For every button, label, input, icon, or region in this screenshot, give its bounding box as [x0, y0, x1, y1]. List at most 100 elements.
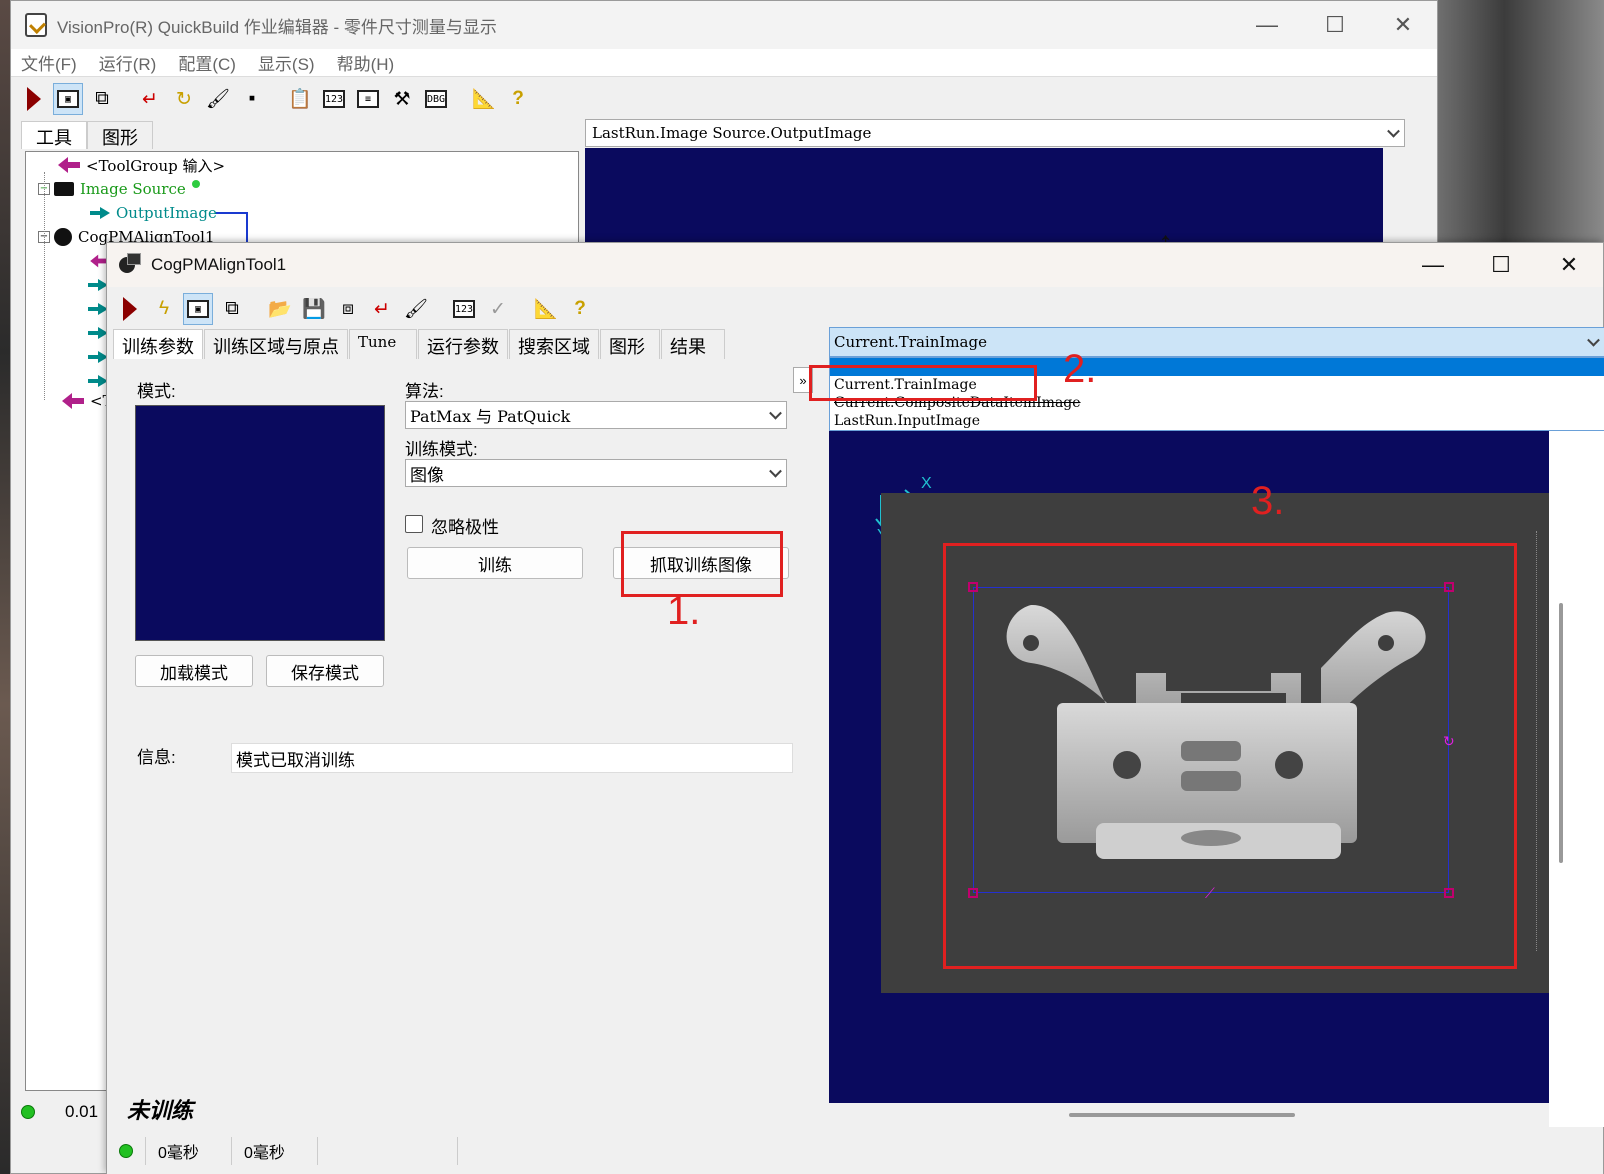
chevron-down-icon: [1587, 333, 1600, 347]
tab-run-params[interactable]: 运行参数: [418, 329, 508, 359]
reset-icon[interactable]: ↵: [367, 293, 397, 325]
info-field: 模式已取消训练: [231, 743, 793, 773]
tree-item-image-source[interactable]: − Image Source: [38, 178, 200, 200]
close-icon[interactable]: ✕: [1369, 1, 1437, 49]
display-ruler: [1536, 531, 1537, 951]
save-pattern-button[interactable]: 保存模式: [266, 655, 384, 687]
tab-tune[interactable]: Tune: [349, 329, 417, 359]
tab-graphics[interactable]: 图形: [600, 329, 660, 359]
lightning-icon[interactable]: ϟ: [149, 293, 179, 325]
status-time-1: 0毫秒: [146, 1137, 232, 1165]
menu-config[interactable]: 配置(C): [178, 50, 236, 75]
tree-guide-line: [44, 172, 45, 400]
main-status-bar: 0.01: [21, 1097, 98, 1127]
annotation-label-1: 1.: [667, 589, 701, 633]
annotation-box-3: [943, 543, 1517, 969]
brush-icon[interactable]: 🖌: [203, 83, 233, 115]
train-button[interactable]: 训练: [407, 547, 583, 579]
status-led-icon: [119, 1144, 133, 1158]
annotation-box-1: [621, 531, 783, 597]
train-mode-select[interactable]: 图像: [405, 459, 787, 487]
measure-icon[interactable]: 📐: [531, 293, 561, 325]
tab-results[interactable]: 结果: [661, 329, 725, 359]
float-window-icon[interactable]: ⧉: [87, 83, 117, 115]
main-menubar: 文件(F) 运行(R) 配置(C) 显示(S) 帮助(H): [11, 49, 1437, 77]
algorithm-select[interactable]: PatMax 与 PatQuick: [405, 401, 787, 429]
x-axis-label: X: [921, 475, 932, 492]
run-icon[interactable]: [19, 83, 49, 115]
pmalign-tool-window: CogPMAlignTool1 — ☐ ✕ ϟ ▣ ⧉ 📂 💾 ⧈ ↵ 🖌 12…: [106, 242, 1604, 1174]
horizontal-scrollbar[interactable]: [1069, 1113, 1295, 1117]
menu-display[interactable]: 显示(S): [258, 50, 315, 75]
dialog-toolbar: ϟ ▣ ⧉ 📂 💾 ⧈ ↵ 🖌 123 ✓ 📐 ?: [107, 291, 1603, 327]
main-window-title: VisionPro(R) QuickBuild 作业编辑器 - 零件尺寸测量与显…: [57, 17, 497, 37]
train-mode-label: 训练模式:: [405, 440, 478, 459]
tab-train-params[interactable]: 训练参数: [113, 329, 203, 359]
open-folder-icon[interactable]: 📂: [265, 293, 295, 325]
tab-train-region[interactable]: 训练区域与原点: [204, 329, 348, 359]
main-image-display[interactable]: [585, 148, 1383, 248]
pattern-label: 模式:: [137, 382, 176, 401]
debug-icon[interactable]: DBG: [421, 83, 451, 115]
main-image-selector[interactable]: LastRun.Image Source.OutputImage: [585, 119, 1405, 147]
desktop-background-right: [1438, 0, 1604, 250]
maximize-icon[interactable]: ☐: [1467, 243, 1535, 287]
display-side-area: [1549, 431, 1604, 1127]
vertical-scrollbar[interactable]: [1559, 603, 1563, 863]
status-led-icon: [21, 1105, 35, 1119]
load-pattern-button[interactable]: 加载模式: [135, 655, 253, 687]
image-view-icon[interactable]: ▣: [53, 83, 83, 115]
image-selector-value: LastRun.Image Source.OutputImage: [592, 124, 872, 142]
status-led-cell: [107, 1137, 146, 1165]
brush-icon[interactable]: 🖌: [401, 293, 431, 325]
tab-search-region[interactable]: 搜索区域: [509, 329, 599, 359]
menu-help[interactable]: 帮助(H): [337, 50, 395, 75]
dialog-window-controls: — ☐ ✕: [1399, 243, 1603, 287]
tree-item-toolgroup-input[interactable]: <ToolGroup 输入>: [58, 154, 225, 176]
chevron-down-icon: [769, 406, 782, 420]
dialog-tabs: 训练参数 训练区域与原点 Tune 运行参数 搜索区域 图形 结果: [113, 329, 726, 359]
image-view-icon[interactable]: ▣: [183, 293, 213, 325]
untrained-status: 未训练: [127, 1098, 194, 1124]
save-icon[interactable]: 💾: [299, 293, 329, 325]
numeric-icon[interactable]: 123: [449, 293, 479, 325]
measure-icon[interactable]: 📐: [469, 83, 499, 115]
menu-run[interactable]: 运行(R): [99, 50, 157, 75]
run-icon[interactable]: [115, 293, 145, 325]
output-group-arrow-icon: [62, 393, 84, 409]
terminal-icon[interactable]: ≡: [353, 83, 383, 115]
link-line: [216, 212, 248, 244]
pmalign-icon: [54, 228, 72, 246]
tools-icon[interactable]: ⚒: [387, 83, 417, 115]
ignore-polarity-checkbox[interactable]: [405, 515, 423, 533]
close-icon[interactable]: ✕: [1535, 243, 1603, 287]
export-icon[interactable]: ⧈: [333, 293, 363, 325]
option-lastrun-input-image[interactable]: LastRun.InputImage: [830, 412, 1604, 430]
checklist-icon[interactable]: 📋: [285, 83, 315, 115]
maximize-icon[interactable]: ☐: [1301, 1, 1369, 49]
tab-tools[interactable]: 工具: [21, 121, 87, 149]
camera-icon: [54, 182, 74, 196]
reset-icon[interactable]: ↵: [135, 83, 165, 115]
numeric-icon[interactable]: 123: [319, 83, 349, 115]
help-icon[interactable]: ?: [503, 83, 533, 115]
camera-icon[interactable]: ▪: [237, 83, 267, 115]
output-arrow-icon: [88, 327, 108, 339]
train-image-selector[interactable]: Current.TrainImage: [829, 327, 1604, 357]
status-empty: [318, 1137, 458, 1165]
annotation-label-3: 3.: [1251, 479, 1285, 523]
help-icon[interactable]: ?: [565, 293, 595, 325]
checkmark-icon[interactable]: ✓: [483, 293, 513, 325]
dialog-titlebar[interactable]: CogPMAlignTool1 — ☐ ✕: [107, 243, 1603, 287]
loop-icon[interactable]: ↻: [169, 83, 199, 115]
info-label: 信息:: [137, 748, 176, 767]
minimize-icon[interactable]: —: [1399, 243, 1467, 287]
minimize-icon[interactable]: —: [1233, 1, 1301, 49]
train-mode-value: 图像: [410, 465, 444, 485]
tab-graphics[interactable]: 图形: [87, 121, 153, 149]
main-titlebar[interactable]: VisionPro(R) QuickBuild 作业编辑器 - 零件尺寸测量与显…: [11, 1, 1437, 49]
annotation-label-2: 2.: [1063, 347, 1097, 391]
tree-item-output-image[interactable]: OutputImage: [90, 202, 217, 224]
menu-file[interactable]: 文件(F): [21, 50, 77, 75]
float-window-icon[interactable]: ⧉: [217, 293, 247, 325]
